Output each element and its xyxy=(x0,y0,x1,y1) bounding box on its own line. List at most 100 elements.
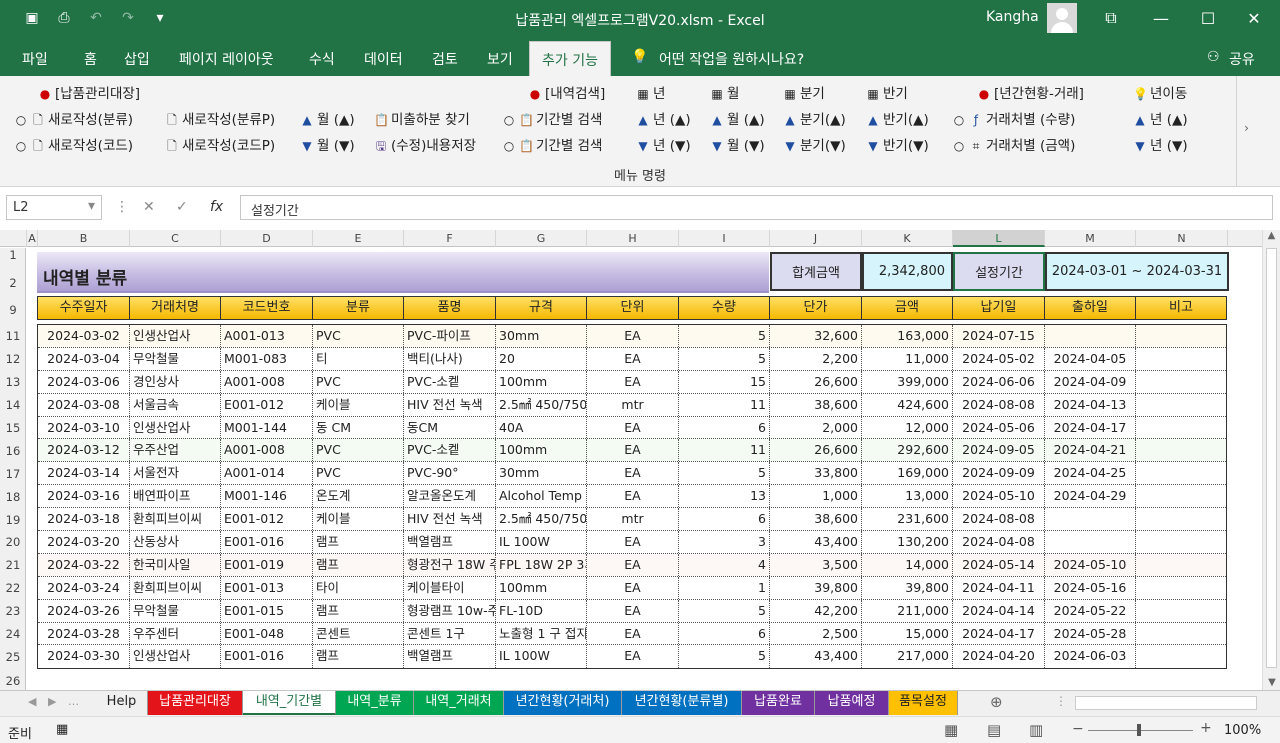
split-grip-icon[interactable]: ⋮ xyxy=(1055,694,1067,708)
tab-scroll-right-icon[interactable]: ▶ xyxy=(48,695,56,708)
normal-view-icon[interactable]: ▦ xyxy=(944,721,958,739)
table-cell[interactable]: 2024-05-02 xyxy=(953,347,1045,370)
table-cell[interactable]: 노출형 1 구 접지 xyxy=(496,622,587,645)
month-up-button[interactable]: ▲ 월 (▲) xyxy=(300,108,354,128)
table-cell[interactable]: HIV 전선 녹색 xyxy=(404,508,496,531)
table-cell[interactable]: 13 xyxy=(679,485,770,508)
tab-insert[interactable]: 삽입 xyxy=(124,49,150,69)
table-cell[interactable]: 2024-03-04 xyxy=(38,347,130,370)
table-cell[interactable]: 경인상사 xyxy=(130,370,221,393)
share-button[interactable]: 공유 xyxy=(1229,49,1255,69)
row-header[interactable]: 23 xyxy=(0,604,26,618)
table-cell[interactable]: 동 CM xyxy=(313,416,404,439)
table-cell[interactable]: HIV 전선 녹색 xyxy=(404,393,496,416)
minimize-icon[interactable]: — xyxy=(1149,6,1173,30)
table-cell[interactable]: 11,000 xyxy=(862,347,953,370)
table-cell[interactable]: 백열램프 xyxy=(404,531,496,553)
new-by-code-button[interactable]: ○ 🗋 새로작성(코드) xyxy=(14,134,133,158)
tab-page-layout[interactable]: 페이지 레이아웃 xyxy=(179,49,274,69)
table-cell[interactable]: 6 xyxy=(679,508,770,531)
new-by-category-p-button[interactable]: 🗋 새로작성(분류P) xyxy=(165,108,275,132)
table-cell[interactable] xyxy=(1136,508,1226,530)
table-cell[interactable]: 2024-07-15 xyxy=(953,325,1045,347)
table-cell[interactable]: PVC-소켙 xyxy=(404,370,496,393)
col-header-h[interactable]: H xyxy=(587,230,679,247)
table-cell[interactable] xyxy=(1045,325,1136,347)
table-cell[interactable]: 2024-04-09 xyxy=(1045,370,1136,393)
header-cell[interactable]: 거래처명 xyxy=(130,297,221,319)
tab-more-icon[interactable]: … xyxy=(68,695,79,708)
table-cell[interactable]: 424,600 xyxy=(862,393,953,416)
sheet-tab-by-client[interactable]: 내역_거래처 xyxy=(414,691,504,715)
total-label[interactable]: 합계금액 xyxy=(770,252,862,291)
table-cell[interactable]: E001-012 xyxy=(221,508,313,531)
tell-me-input[interactable]: 어떤 작업을 원하시나요? xyxy=(659,49,804,69)
table-cell[interactable]: 2024-04-20 xyxy=(953,645,1045,669)
table-cell[interactable]: 2024-08-08 xyxy=(953,393,1045,416)
table-cell[interactable]: 30mm xyxy=(496,462,587,485)
worksheet[interactable]: 내역별 분류 합계금액 2,342,800 설정기간 2024-03-01 ~ … xyxy=(27,248,1261,690)
find-unshipped-button[interactable]: 📋 미출하분 찾기 xyxy=(374,108,470,128)
table-cell[interactable]: EA xyxy=(587,370,679,393)
tab-add-ins[interactable]: 추가 기능 xyxy=(529,41,611,76)
table-cell[interactable]: PVC xyxy=(313,462,404,485)
sheet-tab-by-category[interactable]: 내역_분류 xyxy=(336,691,414,715)
table-cell[interactable]: 43,400 xyxy=(770,531,862,553)
year-up-button[interactable]: ▲ 년 (▲) xyxy=(636,108,690,128)
table-cell[interactable]: FL-10D xyxy=(496,599,587,622)
table-cell[interactable]: 2,000 xyxy=(770,416,862,439)
table-cell[interactable]: 43,400 xyxy=(770,645,862,669)
table-cell[interactable] xyxy=(1136,554,1226,576)
page-break-view-icon[interactable]: ▥ xyxy=(1029,721,1043,739)
table-cell[interactable]: A001-008 xyxy=(221,439,313,462)
table-cell[interactable] xyxy=(1136,348,1226,370)
table-cell[interactable]: 램프 xyxy=(313,645,404,669)
table-cell[interactable]: 39,800 xyxy=(862,576,953,599)
table-cell[interactable]: 100mm xyxy=(496,370,587,393)
table-cell[interactable]: 2024-08-08 xyxy=(953,508,1045,531)
table-cell[interactable]: 100mm xyxy=(496,439,587,462)
period-value[interactable]: 2024-03-01 ~ 2024-03-31 xyxy=(1045,252,1229,291)
table-cell[interactable]: EA xyxy=(587,416,679,439)
table-cell[interactable]: 환희피브이씨 xyxy=(130,508,221,531)
quarter-button[interactable]: ▦ 분기 xyxy=(783,82,825,102)
table-cell[interactable] xyxy=(1136,325,1226,347)
table-cell[interactable]: PVC xyxy=(313,439,404,462)
table-cell[interactable]: E001-016 xyxy=(221,531,313,553)
table-cell[interactable]: 2024-05-22 xyxy=(1045,599,1136,622)
col-header-c[interactable]: C xyxy=(130,230,221,247)
table-cell[interactable]: 2024-03-26 xyxy=(38,599,130,622)
table-cell[interactable]: 2024-05-10 xyxy=(1045,553,1136,576)
table-cell[interactable]: 40A xyxy=(496,416,587,439)
table-cell[interactable]: 2024-03-22 xyxy=(38,553,130,576)
table-cell[interactable]: 2024-03-02 xyxy=(38,325,130,347)
table-cell[interactable]: 2024-09-09 xyxy=(953,462,1045,485)
table-cell[interactable]: EA xyxy=(587,485,679,508)
table-cell[interactable]: 4 xyxy=(679,553,770,576)
table-cell[interactable]: 163,000 xyxy=(862,325,953,347)
select-all-corner[interactable] xyxy=(0,230,27,247)
table-cell[interactable]: E001-048 xyxy=(221,622,313,645)
tab-formulas[interactable]: 수식 xyxy=(309,49,335,69)
table-cell[interactable]: 서울전자 xyxy=(130,462,221,485)
row-header[interactable]: 14 xyxy=(0,398,26,412)
table-cell[interactable] xyxy=(1136,531,1226,553)
table-cell[interactable]: FPL 18W 2P 3파 xyxy=(496,553,587,576)
name-box-dropdown-icon[interactable]: ▾ xyxy=(88,198,95,214)
table-cell[interactable]: 11 xyxy=(679,439,770,462)
horizontal-scrollbar[interactable] xyxy=(1075,696,1257,710)
col-header-b[interactable]: B xyxy=(38,230,130,247)
tab-file[interactable]: 파일 xyxy=(22,49,48,69)
page-layout-view-icon[interactable]: ▤ xyxy=(987,721,1001,739)
header-cell[interactable]: 수주일자 xyxy=(38,297,130,319)
table-cell[interactable]: 39,800 xyxy=(770,576,862,599)
table-cell[interactable]: 169,000 xyxy=(862,462,953,485)
table-cell[interactable]: 13,000 xyxy=(862,485,953,508)
table-cell[interactable]: 26,600 xyxy=(770,439,862,462)
month-up-button-2[interactable]: ▲ 월 (▲) xyxy=(710,108,764,128)
row-header[interactable]: 16 xyxy=(0,444,26,458)
sheet-tab-help[interactable]: Help xyxy=(96,691,148,715)
table-cell[interactable]: 2024-04-17 xyxy=(1045,416,1136,439)
table-cell[interactable] xyxy=(1136,600,1226,622)
table-cell[interactable]: 램프 xyxy=(313,531,404,553)
